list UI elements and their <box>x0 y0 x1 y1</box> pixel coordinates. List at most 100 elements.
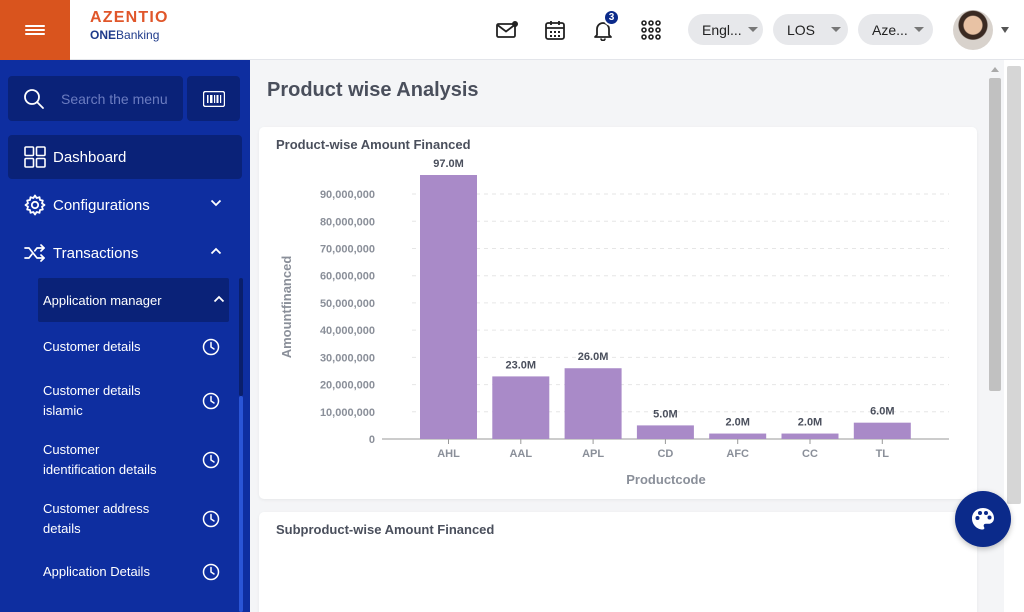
bar-afc <box>709 433 767 439</box>
chart-title: Subproduct-wise Amount Financed <box>276 522 495 537</box>
data-label: 6.0M <box>870 406 894 418</box>
submenu-item-label: Customer identification details <box>43 442 157 477</box>
chevron-down-icon <box>747 27 758 32</box>
x-tick-label: TL <box>876 448 890 460</box>
menu-toggle-button[interactable] <box>0 0 70 60</box>
submenu-item-customer-details-islamic[interactable]: Customer details islamic <box>43 381 223 421</box>
page-title: Product wise Analysis <box>267 79 479 101</box>
bar-aal <box>492 376 550 439</box>
bar-cc <box>781 433 839 439</box>
sidebar-item-transactions[interactable]: Transactions <box>8 231 242 275</box>
submenu-item-label: Customer address details <box>43 501 150 536</box>
data-label: 26.0M <box>578 351 609 363</box>
palette-icon <box>972 508 994 530</box>
mail-icon[interactable] <box>494 17 520 43</box>
y-tick-label: 80,000,000 <box>320 216 375 228</box>
sidebar-item-dashboard[interactable]: Dashboard <box>8 135 242 179</box>
module-select[interactable]: LOS <box>773 14 848 45</box>
hamburger-icon <box>25 23 45 37</box>
scroll-thumb[interactable] <box>989 78 1001 391</box>
submenu-item-application-details[interactable]: Application Details <box>43 562 223 582</box>
submenu-item-customer-details[interactable]: Customer details <box>43 337 223 357</box>
data-label: 2.0M <box>725 417 749 429</box>
sidebar-scroll-thumb[interactable] <box>239 396 243 612</box>
clock-icon[interactable] <box>202 392 220 410</box>
shuffle-icon <box>24 244 46 262</box>
chevron-up-icon <box>213 295 225 303</box>
sidebar-item-label: Configurations <box>53 196 150 214</box>
barcode-icon <box>202 90 225 107</box>
y-tick-label: 10,000,000 <box>320 407 375 419</box>
submenu-item-customer-identification-details[interactable]: Customer identification details <box>43 440 223 480</box>
bar-apl <box>564 368 622 439</box>
chevron-down-icon <box>913 27 924 32</box>
product-chart-card: Product-wise Amount Financed 0 10,000,000… <box>259 127 977 499</box>
bar-cd <box>636 425 694 439</box>
main-content: Product wise Analysis Product-wise Amoun… <box>250 60 984 612</box>
brand-name: AZENTIO <box>90 9 169 26</box>
submenu-item-label: Application Details <box>43 564 150 579</box>
avatar[interactable] <box>953 10 993 50</box>
sidebar-scroll-track[interactable] <box>239 278 243 396</box>
y-tick-label: 60,000,000 <box>320 271 375 283</box>
x-tick-label: AHL <box>437 448 460 460</box>
entity-select[interactable]: Aze... <box>858 14 933 45</box>
search-icon <box>24 88 44 109</box>
sidebar-item-label: Transactions <box>53 244 139 262</box>
search-input[interactable] <box>61 90 171 107</box>
bell-icon[interactable]: 3 <box>590 9 620 43</box>
brand-logo: AZENTIO ONEBanking <box>90 9 169 42</box>
subproduct-chart-card: Subproduct-wise Amount Financed <box>259 512 977 612</box>
clock-icon[interactable] <box>202 451 220 469</box>
sidebar-item-configurations[interactable]: Configurations <box>8 183 242 227</box>
sidebar-item-label: Dashboard <box>53 148 127 166</box>
x-tick-label: AFC <box>726 448 749 460</box>
sidebar: Dashboard Configurations Transactions Ap… <box>0 60 250 612</box>
gear-icon <box>24 194 46 216</box>
submenu-application-manager[interactable]: Application manager <box>38 278 229 322</box>
x-tick-label: APL <box>582 448 604 460</box>
x-tick-label: CC <box>802 448 818 460</box>
chevron-down-icon <box>210 199 222 207</box>
menu-search <box>8 76 183 121</box>
x-axis-title: Productcode <box>626 472 705 487</box>
y-tick-label: 50,000,000 <box>320 298 375 310</box>
dashboard-grid-icon <box>24 146 46 168</box>
language-select[interactable]: Engl... <box>688 14 763 45</box>
x-tick-label: AAL <box>509 448 532 460</box>
submenu-item-customer-address-details[interactable]: Customer address details <box>43 499 223 539</box>
data-label: 5.0M <box>653 408 677 420</box>
brand-product: ONEBanking <box>90 28 160 42</box>
top-bar: AZENTIO ONEBanking 3 Engl... LOS Aze... <box>0 0 1024 60</box>
page-scroll-thumb[interactable] <box>1007 66 1021 504</box>
barcode-button[interactable] <box>187 76 240 121</box>
bar-tl <box>853 422 911 439</box>
theme-palette-button[interactable] <box>955 491 1011 547</box>
clock-icon[interactable] <box>202 563 220 581</box>
chevron-down-icon <box>831 27 842 32</box>
clock-icon[interactable] <box>202 510 220 528</box>
submenu-item-label: Customer details islamic <box>43 383 141 418</box>
calendar-icon[interactable] <box>542 17 568 43</box>
clock-icon[interactable] <box>202 338 220 356</box>
chevron-up-icon <box>210 247 222 255</box>
y-tick-label: 90,000,000 <box>320 189 375 201</box>
apps-grid-icon[interactable] <box>638 17 664 43</box>
profile-menu-caret-icon[interactable] <box>1001 27 1009 33</box>
bar-ahl <box>420 175 477 439</box>
submenu-item-label: Customer details <box>43 339 141 354</box>
y-tick-label: 40,000,000 <box>320 325 375 337</box>
data-label: 2.0M <box>798 417 822 429</box>
y-tick-label: 70,000,000 <box>320 243 375 255</box>
product-bar-chart: 0 10,000,000 20,000,000 30,000,000 40,000,00… <box>279 158 949 487</box>
notification-badge: 3 <box>603 9 620 26</box>
y-axis-title: Amountfinanced <box>279 256 294 359</box>
y-tick-label: 30,000,000 <box>320 352 375 364</box>
y-tick-label: 20,000,000 <box>320 380 375 392</box>
submenu-header-label: Application manager <box>43 292 162 308</box>
data-label: 97.0M <box>433 158 464 170</box>
scroll-up-arrow[interactable] <box>991 67 999 72</box>
y-tick-label: 0 <box>369 434 375 446</box>
x-tick-label: CD <box>657 448 673 460</box>
data-label: 23.0M <box>506 359 537 371</box>
